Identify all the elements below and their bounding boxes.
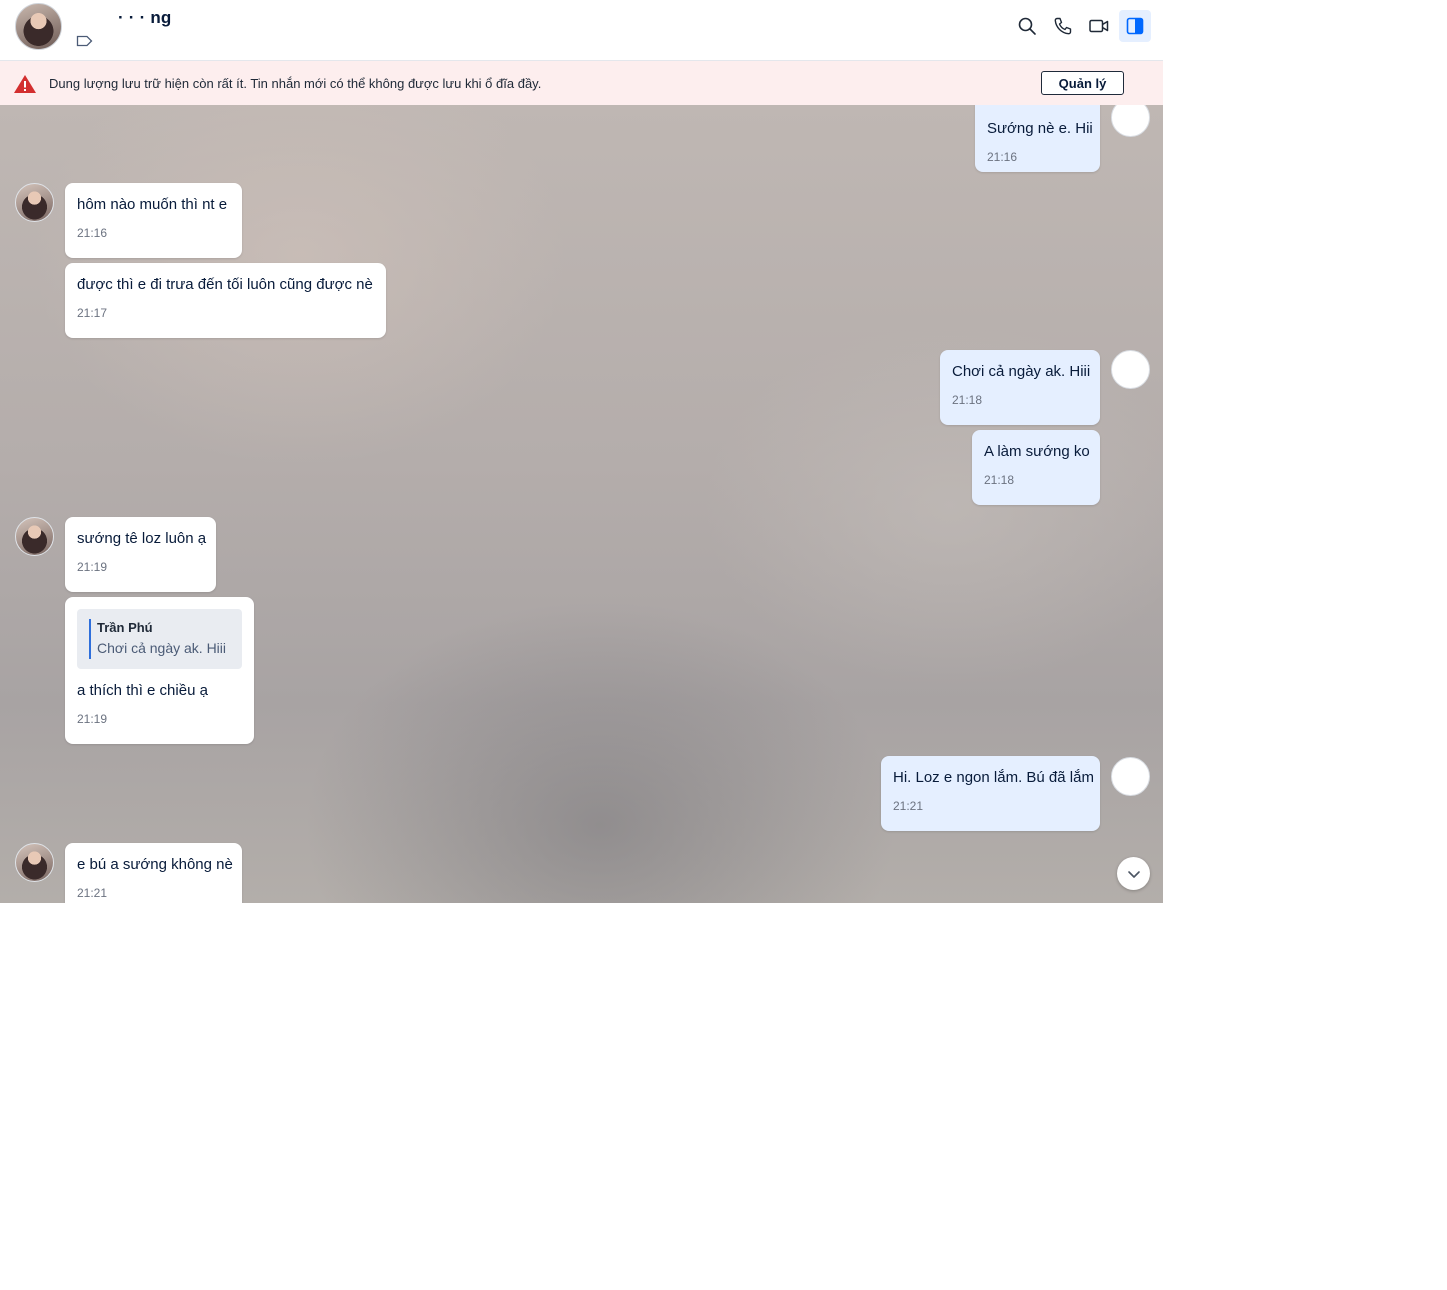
message-bubble[interactable]: hôm nào muốn thì nt e 21:16 [65, 183, 242, 258]
chat-header: · · · ng [0, 0, 1163, 61]
contact-avatar[interactable] [15, 3, 62, 50]
storage-warning-banner: Dung lượng lưu trữ hiện còn rất ít. Tin … [0, 61, 1163, 105]
message-bubble-reply[interactable]: Trần Phú Chơi cả ngày ak. Hiii a thích t… [65, 597, 254, 744]
chevron-down-icon [1127, 870, 1140, 878]
message-bubble[interactable]: Chơi cả ngày ak. Hiii 21:18 [940, 350, 1100, 425]
message-text: A làm sướng ko [984, 443, 1090, 460]
message-text: hôm nào muốn thì nt e [77, 196, 228, 213]
my-avatar[interactable] [1111, 105, 1150, 137]
message-time: 21:19 [77, 560, 108, 574]
quoted-message[interactable]: Trần Phú Chơi cả ngày ak. Hiii [77, 609, 242, 669]
message-bubble[interactable]: sướng tê loz luôn ạ 21:19 [65, 517, 216, 592]
message-bubble[interactable]: Hi. Loz e ngon lắm. Bú đã lắm 21:21 [881, 756, 1100, 831]
warning-text: Dung lượng lưu trữ hiện còn rất ít. Tin … [49, 76, 542, 91]
header-actions [1011, 10, 1151, 42]
message-time: 21:18 [952, 393, 983, 407]
message-bubble[interactable]: e bú a sướng không nè 21:21 [65, 843, 242, 903]
my-avatar[interactable] [1111, 350, 1150, 389]
quote-text: Chơi cả ngày ak. Hiii [97, 640, 227, 656]
video-icon [1089, 19, 1109, 33]
message-text: sướng tê loz luôn ạ [77, 530, 207, 547]
message-time: 21:18 [984, 473, 1015, 487]
toggle-info-panel-button[interactable] [1119, 10, 1151, 42]
message-bubble[interactable]: được thì e đi trưa đến tối luôn cũng đượ… [65, 263, 386, 338]
message-text: a thích thì e chiều ạ [77, 682, 208, 699]
tag-icon[interactable] [76, 35, 93, 47]
message-text: Chơi cả ngày ak. Hiii [952, 363, 1091, 380]
search-button[interactable] [1011, 10, 1043, 42]
message-time: 21:16 [77, 226, 108, 240]
message-time: 21:21 [77, 886, 108, 900]
contact-avatar[interactable] [15, 843, 54, 882]
message-list[interactable]: Sướng nè e. Hii 21:16 hôm nào muốn thì n… [0, 105, 1163, 903]
video-call-button[interactable] [1083, 10, 1115, 42]
warning-icon [14, 75, 36, 93]
message-bubble[interactable]: Sướng nè e. Hii 21:16 [975, 105, 1100, 172]
message-text: Sướng nè e. Hii [987, 120, 1093, 137]
chat-window: · · · ng Dung lượng lưu trữ hiện còn rất… [0, 0, 1163, 903]
search-icon [1018, 17, 1036, 35]
scroll-to-bottom-button[interactable] [1117, 857, 1150, 890]
contact-avatar[interactable] [15, 183, 54, 222]
message-time: 21:17 [77, 306, 108, 320]
message-time: 21:21 [893, 799, 924, 813]
voice-call-button[interactable] [1047, 10, 1079, 42]
quote-author: Trần Phú [97, 620, 153, 635]
message-text: Hi. Loz e ngon lắm. Bú đã lắm [893, 769, 1094, 786]
message-time: 21:19 [77, 712, 108, 726]
contact-name[interactable]: · · · ng [118, 8, 172, 28]
manage-storage-button[interactable]: Quản lý [1041, 71, 1124, 95]
my-avatar[interactable] [1111, 757, 1150, 796]
message-text: e bú a sướng không nè [77, 856, 233, 873]
phone-icon [1054, 17, 1072, 35]
message-time: 21:16 [987, 150, 1018, 164]
message-text: được thì e đi trưa đến tối luôn cũng đượ… [77, 276, 373, 293]
panel-toggle-icon [1126, 17, 1144, 35]
quote-bar [89, 619, 91, 659]
message-bubble[interactable]: A làm sướng ko 21:18 [972, 430, 1100, 505]
contact-avatar[interactable] [15, 517, 54, 556]
